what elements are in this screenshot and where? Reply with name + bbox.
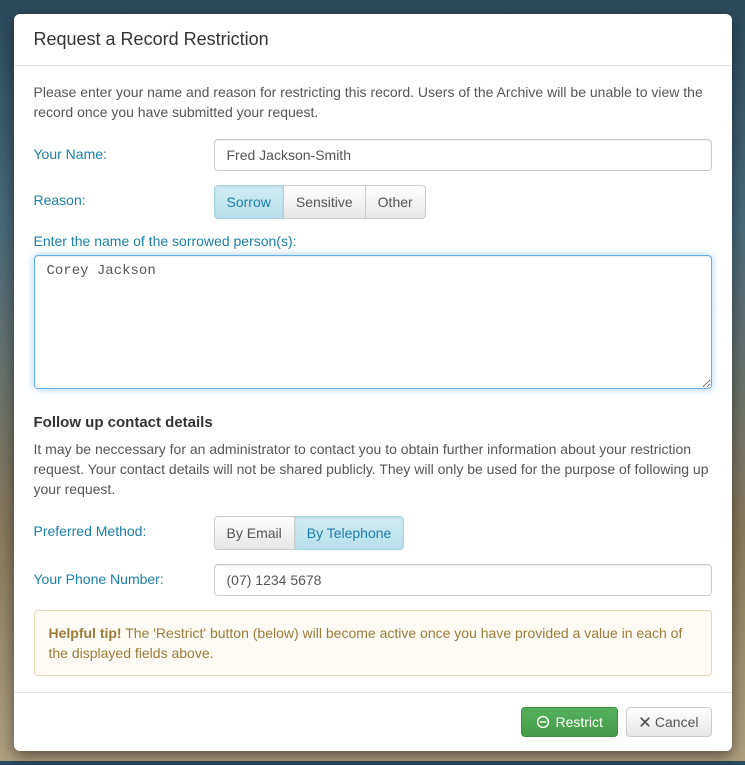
name-label: Your Name: xyxy=(34,139,214,162)
modal-footer: Restrict Cancel xyxy=(14,692,732,751)
method-label: Preferred Method: xyxy=(34,516,214,539)
cancel-button-label: Cancel xyxy=(655,714,699,730)
method-button-group: By Email By Telephone xyxy=(214,516,405,550)
followup-text: It may be neccessary for an administrato… xyxy=(34,439,712,500)
sorrowed-label: Enter the name of the sorrowed person(s)… xyxy=(34,233,712,249)
reason-row: Reason: Sorrow Sensitive Other xyxy=(34,185,712,219)
reason-sorrow-button[interactable]: Sorrow xyxy=(214,185,284,219)
modal-body: Please enter your name and reason for re… xyxy=(14,66,732,692)
cancel-button[interactable]: Cancel xyxy=(626,707,712,737)
reason-label: Reason: xyxy=(34,185,214,208)
name-input[interactable] xyxy=(214,139,712,171)
helpful-tip-alert: Helpful tip! The 'Restrict' button (belo… xyxy=(34,610,712,677)
method-control: By Email By Telephone xyxy=(214,516,712,550)
phone-control xyxy=(214,564,712,596)
tip-strong: Helpful tip! xyxy=(49,625,122,641)
modal-header: Request a Record Restriction xyxy=(14,14,732,66)
phone-row: Your Phone Number: xyxy=(34,564,712,596)
restrict-button[interactable]: Restrict xyxy=(521,707,617,737)
minus-circle-icon xyxy=(536,715,550,729)
restriction-modal: Request a Record Restriction Please ente… xyxy=(14,14,732,751)
method-telephone-button[interactable]: By Telephone xyxy=(295,516,405,550)
restrict-button-label: Restrict xyxy=(555,714,602,730)
intro-text: Please enter your name and reason for re… xyxy=(34,82,712,123)
name-row: Your Name: xyxy=(34,139,712,171)
reason-sensitive-button[interactable]: Sensitive xyxy=(284,185,366,219)
phone-label: Your Phone Number: xyxy=(34,564,214,587)
tip-text: The 'Restrict' button (below) will becom… xyxy=(49,625,683,661)
method-email-button[interactable]: By Email xyxy=(214,516,295,550)
modal-title: Request a Record Restriction xyxy=(34,29,712,50)
followup-heading: Follow up contact details xyxy=(34,414,712,431)
close-icon xyxy=(639,716,651,728)
reason-other-button[interactable]: Other xyxy=(366,185,426,219)
sorrowed-textarea[interactable] xyxy=(34,255,712,389)
name-control xyxy=(214,139,712,171)
reason-button-group: Sorrow Sensitive Other xyxy=(214,185,426,219)
reason-control: Sorrow Sensitive Other xyxy=(214,185,712,219)
method-row: Preferred Method: By Email By Telephone xyxy=(34,516,712,550)
phone-input[interactable] xyxy=(214,564,712,596)
